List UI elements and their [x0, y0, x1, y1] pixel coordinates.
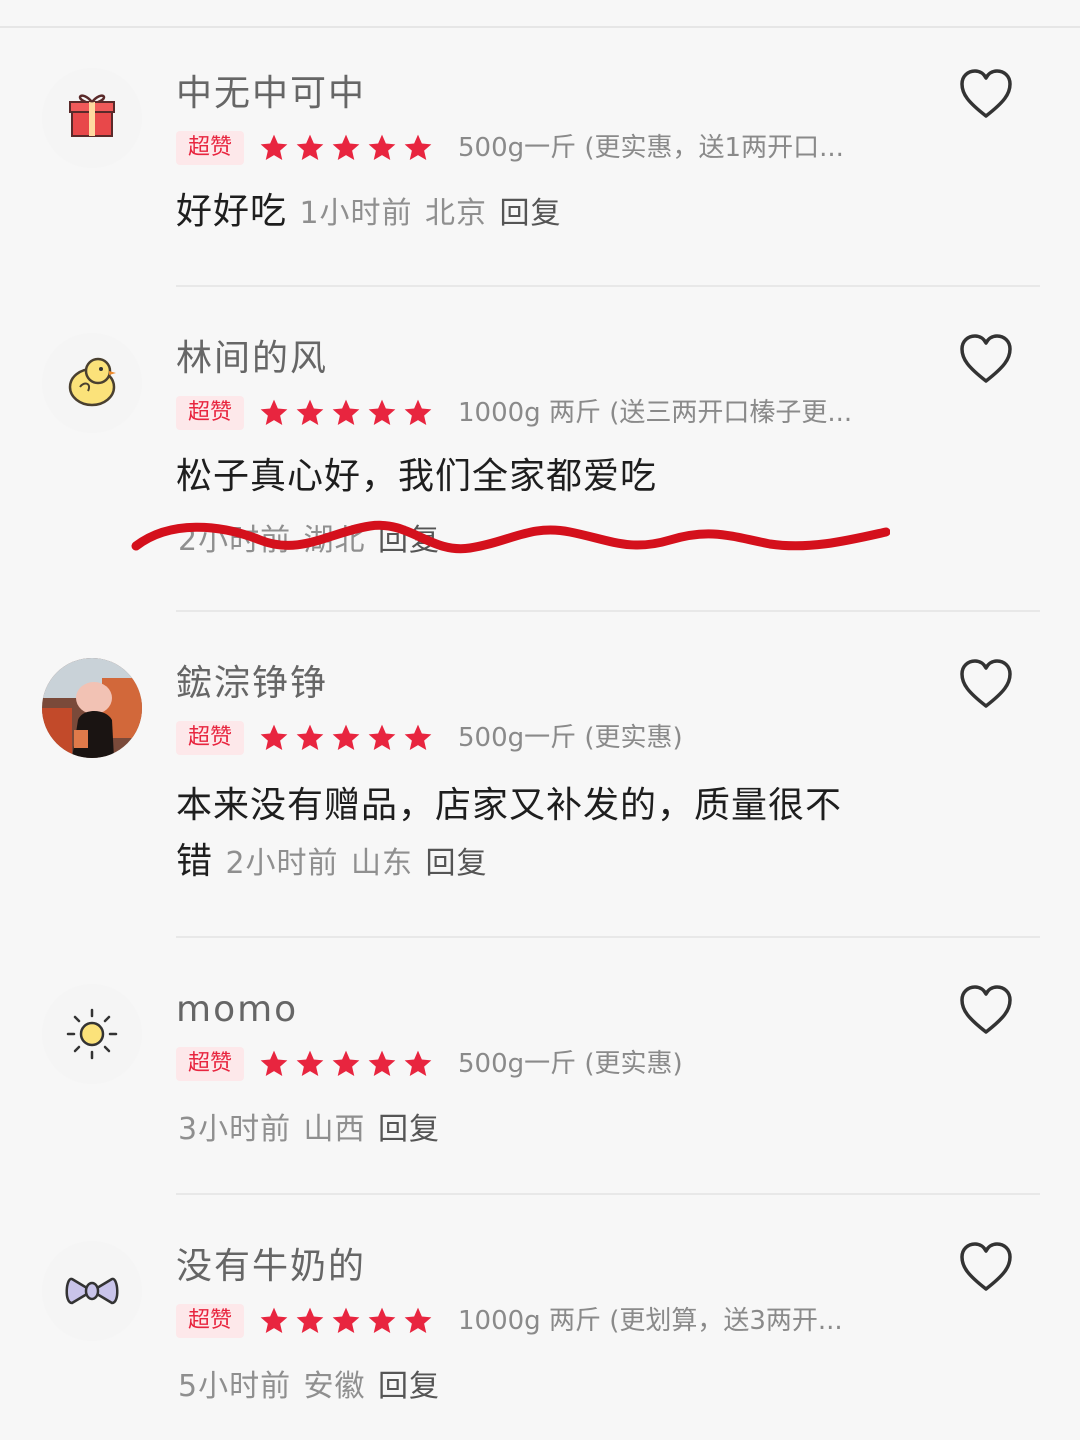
star-icon: [368, 399, 396, 425]
review-time: 3小时前: [178, 1112, 292, 1147]
star-icon: [296, 724, 324, 750]
product-spec: 1000g 两斤 (送三两开口榛子更...: [458, 398, 853, 428]
super-like-badge: 超赞: [176, 396, 245, 430]
star-icon: [404, 724, 432, 750]
review-info: 3小时前 山西 回复: [178, 1100, 898, 1158]
review-location: 山西: [303, 1112, 366, 1147]
meta-row: 超赞 500g一斤 (更实惠): [176, 718, 683, 758]
star-icon: [260, 724, 288, 750]
review-content: 好好吃: [176, 191, 288, 232]
star-icon: [260, 134, 288, 160]
bow-icon: [42, 1241, 142, 1341]
star-icon: [332, 1307, 360, 1333]
sun-icon: [42, 984, 142, 1084]
username[interactable]: momo: [176, 986, 298, 1034]
star-rating: [258, 132, 438, 164]
review-info: 2小时前 湖北 回复: [178, 511, 898, 569]
review-list-page: 中无中可中 超赞 500g一斤 (更实惠，送1两开口... 好好吃 1小时前 北…: [0, 0, 1080, 1440]
star-rating: [258, 1048, 438, 1080]
star-icon: [368, 724, 396, 750]
review-info: 5小时前 安徽 回复: [178, 1357, 898, 1415]
star-icon: [296, 1307, 324, 1333]
star-icon: [404, 1050, 432, 1076]
username[interactable]: 没有牛奶的: [176, 1243, 366, 1291]
avatar[interactable]: [42, 1241, 142, 1341]
chick-icon: [42, 333, 142, 433]
star-icon: [404, 1307, 432, 1333]
reply-button[interactable]: 回复: [499, 196, 561, 231]
super-like-badge: 超赞: [176, 131, 245, 165]
reply-button[interactable]: 回复: [378, 1112, 440, 1147]
review-text: 本来没有赠品，店家又补发的，质量很不错 2小时前 山东 回复: [176, 778, 876, 892]
star-icon: [296, 399, 324, 425]
divider: [176, 1193, 1040, 1195]
review-location: 山东: [351, 846, 414, 881]
divider: [176, 285, 1040, 287]
review-time: 1小时前: [299, 196, 413, 231]
avatar[interactable]: [42, 984, 142, 1084]
meta-row: 超赞 1000g 两斤 (更划算，送3两开...: [176, 1301, 843, 1341]
review-location: 湖北: [303, 523, 366, 558]
super-like-badge: 超赞: [176, 1304, 245, 1338]
divider: [176, 610, 1040, 612]
star-icon: [332, 1050, 360, 1076]
review-time: 5小时前: [178, 1369, 292, 1404]
star-icon: [368, 134, 396, 160]
star-icon: [260, 1050, 288, 1076]
heart-icon[interactable]: [958, 1241, 1014, 1293]
reply-button[interactable]: 回复: [425, 846, 487, 881]
divider: [176, 936, 1040, 938]
photo-avatar: [42, 658, 142, 758]
heart-icon[interactable]: [958, 333, 1014, 385]
star-icon: [332, 399, 360, 425]
heart-icon[interactable]: [958, 68, 1014, 120]
username[interactable]: 中无中可中: [176, 70, 366, 118]
review-text: 好好吃 1小时前 北京 回复: [176, 184, 896, 242]
heart-icon[interactable]: [958, 658, 1014, 710]
avatar[interactable]: [42, 68, 142, 168]
meta-row: 超赞 500g一斤 (更实惠，送1两开口...: [176, 128, 844, 168]
star-icon: [332, 724, 360, 750]
reply-button[interactable]: 回复: [378, 1369, 440, 1404]
star-rating: [258, 1305, 438, 1337]
product-spec: 500g一斤 (更实惠): [458, 1049, 683, 1079]
review-time: 2小时前: [178, 523, 292, 558]
star-icon: [296, 1050, 324, 1076]
username[interactable]: 林间的风: [176, 335, 328, 383]
star-icon: [368, 1307, 396, 1333]
review-content: 松子真心好，我们全家都爱吃: [176, 456, 658, 497]
reply-button[interactable]: 回复: [378, 523, 440, 558]
top-divider: [0, 26, 1080, 28]
username[interactable]: 鋐淙铮铮: [176, 660, 328, 708]
product-spec: 500g一斤 (更实惠，送1两开口...: [458, 133, 844, 163]
star-icon: [296, 134, 324, 160]
product-spec: 1000g 两斤 (更划算，送3两开...: [458, 1306, 843, 1336]
review-time: 2小时前: [225, 846, 339, 881]
star-icon: [260, 1307, 288, 1333]
star-icon: [332, 134, 360, 160]
product-spec: 500g一斤 (更实惠): [458, 723, 683, 753]
avatar[interactable]: [42, 658, 142, 758]
star-icon: [260, 399, 288, 425]
star-rating: [258, 722, 438, 754]
star-icon: [404, 399, 432, 425]
super-like-badge: 超赞: [176, 1047, 245, 1081]
star-rating: [258, 397, 438, 429]
star-icon: [368, 1050, 396, 1076]
star-icon: [404, 134, 432, 160]
heart-icon[interactable]: [958, 984, 1014, 1036]
super-like-badge: 超赞: [176, 721, 245, 755]
review-location: 安徽: [303, 1369, 366, 1404]
review-location: 北京: [425, 196, 488, 231]
avatar[interactable]: [42, 333, 142, 433]
gift-icon: [42, 68, 142, 168]
meta-row: 超赞 1000g 两斤 (送三两开口榛子更...: [176, 393, 852, 433]
meta-row: 超赞 500g一斤 (更实惠): [176, 1044, 683, 1084]
